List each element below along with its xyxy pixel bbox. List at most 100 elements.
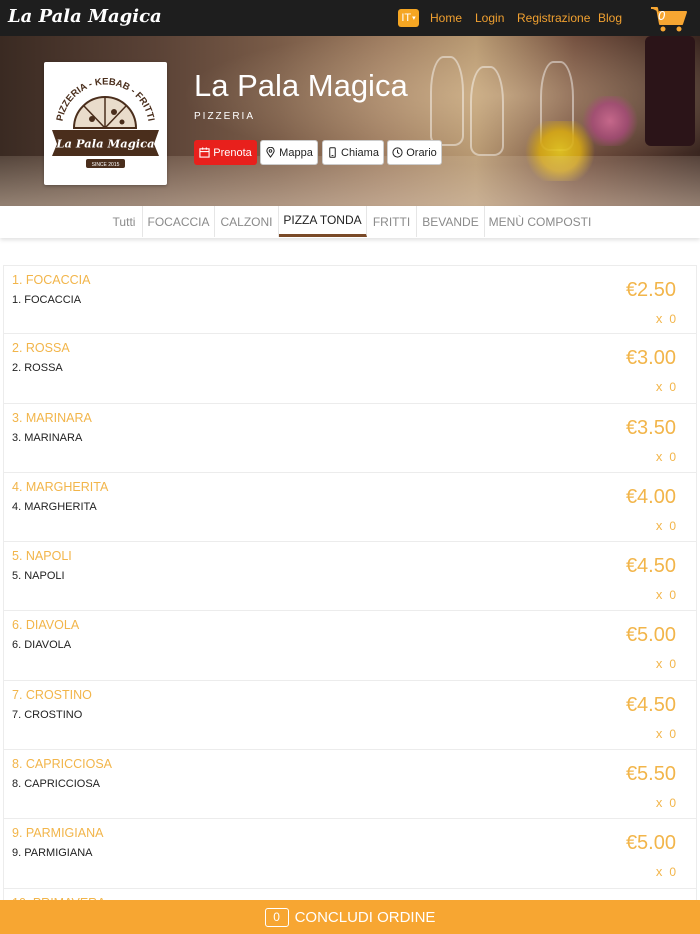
pizza-logo-icon: PIZZERIA - KEBAB - FRITTI La Pala Magica… <box>52 76 159 168</box>
language-selector[interactable]: IT ▾ <box>398 9 419 27</box>
map-pin-icon <box>266 147 275 158</box>
item-quantity[interactable]: x0 <box>656 726 676 741</box>
conclude-order-button[interactable]: 0 CONCLUDI ORDINE <box>0 900 700 934</box>
nav-login-link[interactable]: Login <box>475 11 504 25</box>
item-quantity[interactable]: x0 <box>656 656 676 671</box>
item-quantity[interactable]: x0 <box>656 449 676 464</box>
menu-item[interactable]: 2. ROSSA 2. ROSSA €3.00 x0 <box>3 334 697 404</box>
item-description: 2. ROSSA <box>12 362 63 375</box>
quantity-value: 0 <box>669 449 676 464</box>
menu-item[interactable]: 7. CROSTINO 7. CROSTINO €4.50 x0 <box>3 680 697 751</box>
mappa-button[interactable]: Mappa <box>260 140 318 165</box>
menu-item[interactable]: 5. NAPOLI 5. NAPOLI €4.50 x0 <box>3 542 697 612</box>
site-logo[interactable]: La Pala Magica <box>8 6 162 27</box>
nav-blog-link[interactable]: Blog <box>598 11 622 25</box>
item-description: 6. DIAVOLA <box>12 639 72 652</box>
item-title: 6. DIAVOLA <box>12 618 80 633</box>
nav-home-link[interactable]: Home <box>430 11 462 25</box>
quantity-value: 0 <box>669 865 676 880</box>
logo-banner-text: La Pala Magica <box>55 137 154 151</box>
cart-icon[interactable] <box>650 5 688 33</box>
wine-glass-image <box>430 56 464 146</box>
wine-bottle-image <box>645 36 695 146</box>
quantity-value: 0 <box>669 588 676 603</box>
language-label: IT <box>401 12 412 24</box>
caret-down-icon: ▾ <box>412 15 416 22</box>
item-description: 5. NAPOLI <box>12 570 65 583</box>
tab-pizza-tonda[interactable]: PIZZA TONDA <box>279 206 367 237</box>
quantity-value: 0 <box>669 380 676 395</box>
item-title: 5. NAPOLI <box>12 549 72 564</box>
chiama-label: Chiama <box>341 146 379 159</box>
item-price: €3.00 <box>625 347 676 370</box>
multiply-sign: x <box>655 587 663 603</box>
item-price: €4.50 <box>625 555 676 578</box>
item-quantity[interactable]: x0 <box>656 795 676 810</box>
menu-item[interactable]: 8. CAPRICCIOSA 8. CAPRICCIOSA €5.50 x0 <box>3 750 697 820</box>
tab-focaccia[interactable]: FOCACCIA <box>143 206 215 237</box>
orario-label: Orario <box>406 146 437 159</box>
menu-item[interactable]: 4. MARGHERITA 4. MARGHERITA €4.00 x0 <box>3 472 697 543</box>
wine-glass-image <box>470 66 504 156</box>
order-count-badge: 0 <box>264 907 289 927</box>
menu-item[interactable]: 6. DIAVOLA 6. DIAVOLA €5.00 x0 <box>3 611 697 681</box>
item-price: €5.00 <box>625 832 676 855</box>
phone-icon <box>329 147 336 158</box>
item-quantity[interactable]: x0 <box>656 864 676 879</box>
multiply-sign: x <box>655 379 663 395</box>
nav-registrazione-link[interactable]: Registrazione <box>517 11 590 25</box>
item-quantity[interactable]: x0 <box>656 587 676 602</box>
flower-image <box>580 96 640 146</box>
quantity-value: 0 <box>669 312 676 326</box>
item-title: 7. CROSTINO <box>12 687 92 702</box>
multiply-sign: x <box>655 517 663 533</box>
chiama-button[interactable]: Chiama <box>322 140 384 165</box>
quantity-value: 0 <box>669 796 676 811</box>
logo-since-text: SINCE 2015 <box>92 162 120 168</box>
menu-item-list: 1. FOCACCIA 1. FOCACCIA €2.50 x0 2. ROSS… <box>3 265 697 934</box>
orario-button[interactable]: Orario <box>387 140 442 165</box>
item-price: €4.50 <box>625 693 676 716</box>
cart-count: 0 <box>658 9 666 23</box>
restaurant-name: La Pala Magica <box>194 68 408 103</box>
quantity-value: 0 <box>669 726 676 741</box>
item-title: 3. MARINARA <box>12 410 92 425</box>
menu-item[interactable]: 3. MARINARA 3. MARINARA €3.50 x0 <box>3 403 697 473</box>
item-description: 3. MARINARA <box>12 431 83 444</box>
multiply-sign: x <box>655 795 663 811</box>
menu-item[interactable]: 9. PARMIGIANA 9. PARMIGIANA €5.00 x0 <box>3 819 697 889</box>
quantity-value: 0 <box>669 518 676 533</box>
item-description: 1. FOCACCIA <box>12 294 82 306</box>
tab-calzoni[interactable]: CALZONI <box>215 206 279 237</box>
tab-bevande[interactable]: BEVANDE <box>417 206 485 237</box>
restaurant-logo: PIZZERIA - KEBAB - FRITTI La Pala Magica… <box>44 62 167 185</box>
item-description: 7. CROSTINO <box>12 708 83 721</box>
item-price: €2.50 <box>625 279 676 301</box>
item-description: 8. CAPRICCIOSA <box>12 778 101 791</box>
tab-tutti[interactable]: Tutti <box>106 206 143 237</box>
tab-menu-composti[interactable]: MENÙ COMPOSTI <box>485 206 595 237</box>
tab-fritti[interactable]: FRITTI <box>367 206 417 237</box>
mappa-label: Mappa <box>279 146 313 159</box>
prenota-label: Prenota <box>213 146 252 159</box>
multiply-sign: x <box>655 864 663 880</box>
menu-item[interactable]: 1. FOCACCIA 1. FOCACCIA €2.50 x0 <box>3 265 697 335</box>
item-quantity[interactable]: x0 <box>656 518 676 533</box>
item-price: €3.50 <box>625 416 676 439</box>
item-quantity[interactable]: x0 <box>656 379 676 394</box>
calendar-icon <box>199 147 210 158</box>
item-title: 9. PARMIGIANA <box>12 826 104 841</box>
item-price: €4.00 <box>625 485 676 508</box>
conclude-order-label: CONCLUDI ORDINE <box>294 908 436 926</box>
item-title: 1. FOCACCIA <box>12 273 91 287</box>
prenota-button[interactable]: Prenota <box>194 140 257 165</box>
item-title: 2. ROSSA <box>12 341 70 356</box>
category-tabs: Tutti FOCACCIA CALZONI PIZZA TONDA FRITT… <box>0 206 700 238</box>
restaurant-category: PIZZERIA <box>194 111 256 122</box>
item-quantity[interactable]: x0 <box>656 311 676 326</box>
item-price: €5.50 <box>625 763 676 786</box>
multiply-sign: x <box>655 311 663 326</box>
item-title: 8. CAPRICCIOSA <box>12 757 113 772</box>
item-description: 9. PARMIGIANA <box>12 847 93 860</box>
item-title: 4. MARGHERITA <box>12 479 109 494</box>
